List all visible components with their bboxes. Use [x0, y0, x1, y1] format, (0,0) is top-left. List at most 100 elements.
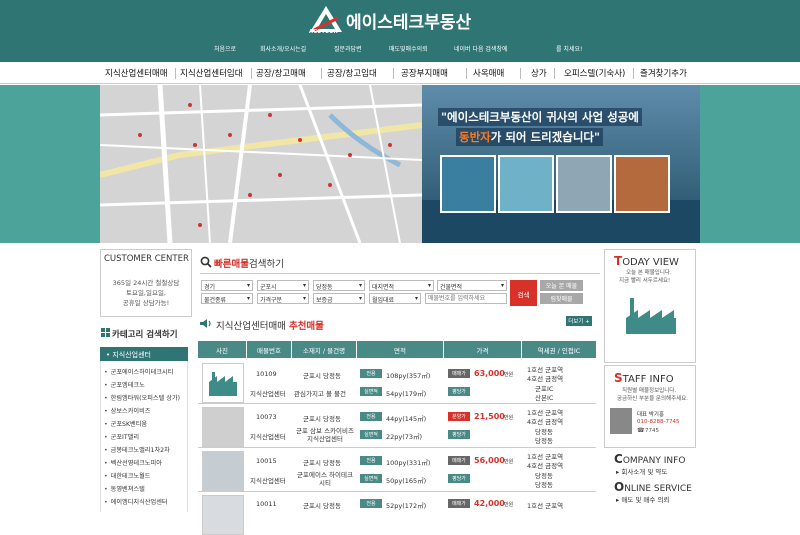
- more-button[interactable]: 더보기 +: [566, 316, 592, 326]
- category-item[interactable]: 동영벤쳐스텔: [104, 484, 145, 493]
- area-value: 54py(179㎡): [386, 390, 427, 398]
- select-property-type[interactable]: 물건종류: [201, 293, 253, 304]
- container-photo: [440, 155, 496, 213]
- topnav-home[interactable]: 처음으로: [214, 44, 236, 53]
- nav-divider: [466, 68, 467, 79]
- topnav-about[interactable]: 회사소개/오시는길: [260, 44, 306, 53]
- property-thumbnail[interactable]: [202, 451, 244, 491]
- banner-side-left: [0, 85, 100, 243]
- property-name[interactable]: 지식산업센터: [250, 475, 286, 485]
- reset-button[interactable]: 림찾매물: [540, 293, 583, 304]
- area-value: 108py(357㎡): [386, 372, 431, 380]
- station: 4호선 금정역: [527, 375, 564, 383]
- property-thumbnail[interactable]: [202, 407, 244, 447]
- main-banner: "에이스테크부동산이 귀사의 사업 성공에 동반자가 되어 드리겠습니다": [100, 85, 700, 243]
- today-view-line1: 오늘 본 매물입니다.: [626, 270, 672, 276]
- category-item[interactable]: 한림엠타워(오피스텔 상가): [104, 393, 180, 402]
- nav-bookmark[interactable]: 즐겨찾기추가: [640, 67, 687, 79]
- online-service-item[interactable]: ▸ 매도 및 매수 의뢰: [616, 494, 669, 504]
- station: 1호선 군포역: [527, 502, 564, 510]
- col-area: 면적: [357, 341, 443, 358]
- speaker-icon: [200, 319, 211, 328]
- nav-factory-sale[interactable]: 공장/창고매매: [256, 67, 306, 79]
- nav-divider: [554, 68, 555, 79]
- property-thumbnail[interactable]: [202, 495, 244, 535]
- nav-divider: [175, 68, 176, 79]
- property-location: 군포시 당정동: [303, 459, 341, 467]
- price-tag: 매매가: [448, 456, 470, 465]
- nav-knowledge-sale[interactable]: 지식산업센터매매: [105, 67, 168, 79]
- nav-knowledge-rent[interactable]: 지식산업센터임대: [180, 67, 243, 79]
- col-location: 소재지 / 물건명: [292, 341, 356, 358]
- brand-name[interactable]: 에이스테크부동산: [346, 8, 471, 33]
- category-item[interactable]: 금봉테크노밸리1차2차: [104, 445, 170, 454]
- category-title: 카테고리 검색하기: [112, 330, 178, 340]
- category-item[interactable]: 군포에이스하이테크시티: [104, 367, 174, 376]
- customer-center-line: 토요일,일요일,: [125, 289, 166, 297]
- online-service-label: 매도 및 매수 의뢰: [621, 496, 670, 504]
- select-price-type[interactable]: 가격구분: [257, 293, 309, 304]
- select-province[interactable]: 경기: [201, 280, 253, 291]
- area-value: 44py(145㎡): [386, 415, 427, 423]
- select-building-area[interactable]: 건물면적: [437, 280, 507, 291]
- area-value: 22py(73㎡): [386, 433, 423, 441]
- station: 산본IC: [535, 394, 554, 402]
- property-name[interactable]: 지식산업센터: [250, 431, 286, 441]
- select-city[interactable]: 군포시: [257, 280, 309, 291]
- area-tag: 실면적: [360, 430, 382, 439]
- main-nav: 지식산업센터매매 지식산업센터임대 공장/창고매매 공장/창고임대 공장부지매매…: [0, 62, 800, 84]
- recommend-prefix: 지식산업센터매매: [216, 321, 286, 332]
- company-info-title[interactable]: COMPANY INFO: [614, 452, 685, 466]
- property-name[interactable]: 지식산업센터: [250, 388, 286, 398]
- price-unit: 만원: [504, 372, 514, 378]
- category-item[interactable]: 에이엠디지식산업센터: [104, 497, 168, 506]
- col-price: 가격: [444, 341, 521, 358]
- staff-avatar[interactable]: [610, 408, 632, 434]
- location-map-image: [100, 85, 422, 243]
- online-service-title[interactable]: ONLINE SERVICE: [614, 480, 692, 494]
- search-button[interactable]: 검색: [510, 280, 537, 306]
- property-id[interactable]: 10109: [256, 370, 277, 378]
- topnav-naver[interactable]: 네이버 다음 검색창에: [454, 44, 508, 53]
- station: 당정동: [535, 481, 553, 489]
- select-deposit[interactable]: 보증금: [313, 293, 365, 304]
- property-number-input[interactable]: [425, 293, 507, 304]
- property-id[interactable]: 10073: [256, 413, 277, 421]
- topnav-qna[interactable]: 질문과답변: [334, 44, 362, 53]
- banner-slogan-line2: 동반자가 되어 드리겠습니다": [456, 128, 603, 146]
- nav-land-sale[interactable]: 공장부지매매: [401, 67, 448, 79]
- staff-phone[interactable]: 010-8288-7745: [637, 419, 679, 425]
- slogan-rest: 가 되어 드리겠습니다": [490, 130, 600, 144]
- category-item[interactable]: 군포엠테크노: [104, 380, 145, 389]
- category-item[interactable]: 벡산선영테크노피아: [104, 458, 162, 467]
- category-item[interactable]: 군포SK벤티움: [104, 419, 147, 428]
- category-item[interactable]: 삼보스카이비즈: [104, 406, 151, 415]
- nav-building-sale[interactable]: 사옥매매: [473, 67, 504, 79]
- today-viewed-button[interactable]: 오늘 본 매물: [540, 280, 583, 291]
- price-value: 56,000: [474, 456, 505, 465]
- select-land-area[interactable]: 대지면적: [369, 280, 434, 291]
- select-dong[interactable]: 당정동: [313, 280, 365, 291]
- property-id[interactable]: 10011: [256, 500, 277, 508]
- company-info-item[interactable]: ▸ 회사소개 및 약도: [616, 466, 667, 476]
- area-value: 52py(172㎡): [386, 502, 427, 510]
- price-value: 42,000: [474, 499, 505, 508]
- property-thumbnail[interactable]: [202, 363, 244, 403]
- property-location: 군포시 당정동: [303, 415, 341, 423]
- quick-search-title: 빠른매물검색하기: [214, 256, 284, 270]
- area-tag: 실면적: [360, 474, 382, 483]
- today-view-cap: T: [614, 254, 623, 268]
- category-item[interactable]: 군포IT밸리: [104, 432, 139, 441]
- category-active-item[interactable]: • 지식산업센터: [100, 347, 188, 361]
- property-id[interactable]: 10015: [256, 457, 277, 465]
- category-item[interactable]: 대한테크노월드: [104, 471, 151, 480]
- select-monthly-rent[interactable]: 월임대료: [369, 293, 421, 304]
- row-divider: [198, 491, 596, 492]
- topnav-request[interactable]: 매도및매수의뢰: [389, 44, 428, 53]
- nav-officetel[interactable]: 오피스텔(기숙사): [564, 67, 625, 79]
- customer-center-title: CUSTOMER CENTER: [104, 254, 189, 264]
- today-view-line2: 지금 빨리 서두르세요!: [619, 278, 671, 284]
- category-active-label: 지식산업센터: [112, 351, 151, 359]
- nav-factory-rent[interactable]: 공장/창고임대: [327, 67, 377, 79]
- nav-store[interactable]: 상가: [531, 67, 547, 79]
